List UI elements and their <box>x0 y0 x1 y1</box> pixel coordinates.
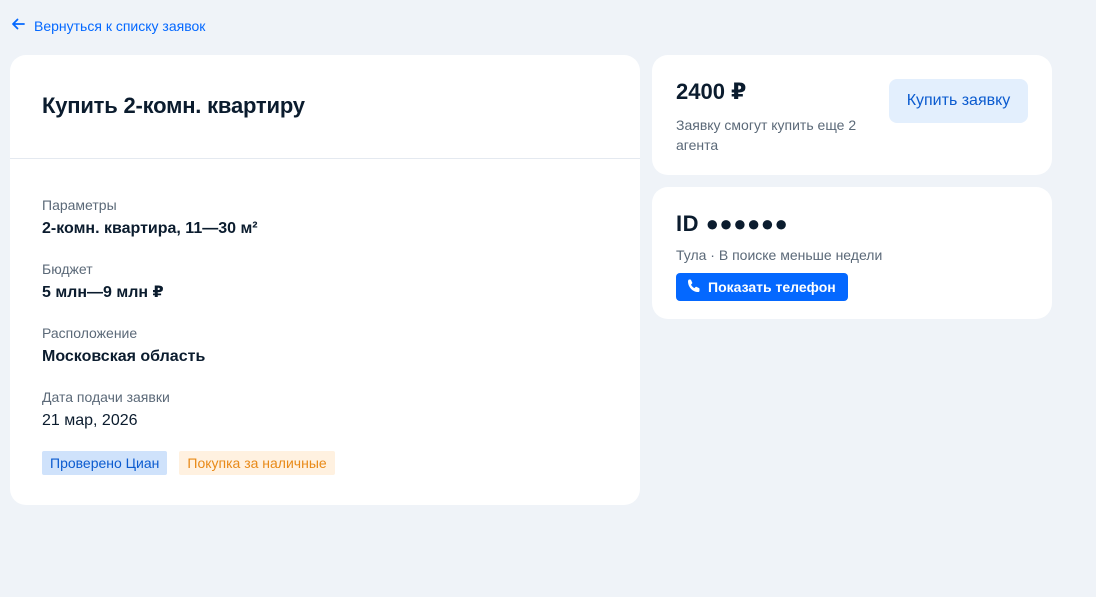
buy-request-button[interactable]: Купить заявку <box>889 79 1028 123</box>
field-parameters: Параметры 2-комн. квартира, 11—30 м² <box>42 195 608 241</box>
show-phone-label: Показать телефон <box>708 279 836 295</box>
back-to-list-link[interactable]: Вернуться к списку заявок <box>10 16 205 35</box>
field-label: Бюджет <box>42 261 93 277</box>
field-label: Расположение <box>42 325 138 341</box>
back-link-label: Вернуться к списку заявок <box>34 17 206 34</box>
request-title: Купить 2-комн. квартиру <box>42 93 305 118</box>
show-phone-button[interactable]: Показать телефон <box>676 273 848 301</box>
contact-meta: Тула · В поиске меньше недели <box>676 247 883 263</box>
cash-purchase-badge: Покупка за наличные <box>179 451 335 475</box>
field-budget: Бюджет 5 млн—9 млн ₽ <box>42 259 608 305</box>
purchase-note: Заявку смогут купить еще 2 агента <box>676 117 857 153</box>
contact-id: ID ●●●●●● <box>676 211 789 236</box>
purchase-card: 2400 ₽ Заявку смогут купить еще 2 агента… <box>652 55 1052 175</box>
field-label: Дата подачи заявки <box>42 389 170 405</box>
contact-card: ID ●●●●●● Тула · В поиске меньше недели … <box>652 187 1052 319</box>
field-location: Расположение Московская область <box>42 323 608 369</box>
phone-icon <box>686 278 702 297</box>
tags-row: Проверено Циан Покупка за наличные <box>42 451 608 475</box>
verified-badge: Проверено Циан <box>42 451 168 475</box>
request-fields: Параметры 2-комн. квартира, 11—30 м² Бюд… <box>10 159 640 475</box>
field-label: Параметры <box>42 197 117 213</box>
field-value: 21 мар, 2026 <box>42 412 138 429</box>
request-details-card: Купить 2-комн. квартиру Параметры 2-комн… <box>10 55 640 505</box>
arrow-left-icon <box>10 16 26 35</box>
field-value: 5 млн—9 млн ₽ <box>42 284 164 301</box>
field-value: 2-комн. квартира, 11—30 м² <box>42 220 258 237</box>
request-header: Купить 2-комн. квартиру <box>10 55 640 159</box>
field-date: Дата подачи заявки 21 мар, 2026 <box>42 387 608 433</box>
field-value: Московская область <box>42 348 206 365</box>
